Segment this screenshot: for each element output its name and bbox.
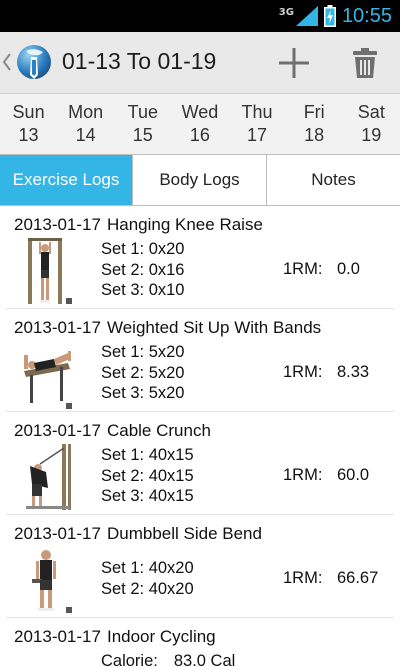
day-wed[interactable]: Wed 16 [171, 94, 228, 154]
one-rep-max-value: 0.0 [337, 260, 360, 278]
day-fri[interactable]: Fri 18 [286, 94, 343, 154]
entry-header: 2013-01-17 Hanging Knee Raise [14, 215, 263, 235]
entry-date: 2013-01-17 [14, 318, 101, 337]
network-type-label: 3G [278, 6, 294, 18]
day-name: Tue [127, 102, 158, 122]
week-range-title: 01-13 To 01-19 [62, 48, 217, 74]
exercise-name: Weighted Sit Up With Bands [106, 318, 322, 337]
app-logo-icon[interactable] [14, 42, 54, 82]
one-rep-max-value: 66.67 [337, 569, 379, 587]
set-line: Set 2: 40x15 [101, 466, 194, 485]
day-mon[interactable]: Mon 14 [57, 94, 114, 154]
entry-header: 2013-01-17 Dumbbell Side Bend [14, 524, 262, 544]
calorie-label: Calorie: [101, 652, 158, 667]
sets-list: Set 1: 0x20 Set 2: 0x16 Set 3: 0x10 [101, 239, 184, 301]
set-line: Set 2: 5x20 [101, 363, 185, 382]
sets-list: Set 1: 5x20 Set 2: 5x20 Set 3: 5x20 [101, 342, 184, 404]
day-tue[interactable]: Tue 15 [114, 94, 171, 154]
add-button[interactable] [272, 42, 316, 84]
day-thu[interactable]: Thu 17 [229, 94, 286, 154]
exercise-name: Cable Crunch [106, 421, 211, 440]
log-tabs: Exercise Logs Body Logs Notes [0, 154, 400, 206]
status-icons: 3G 10:55 [279, 3, 392, 29]
set-line: Set 3: 0x10 [101, 281, 185, 299]
battery-charging-icon [323, 5, 336, 27]
plus-icon [279, 48, 309, 78]
set-line: Set 1: 40x15 [101, 446, 194, 464]
chevron-left-icon[interactable] [2, 51, 12, 73]
day-number: 16 [189, 125, 210, 145]
exercise-name: Indoor Cycling [106, 627, 216, 646]
exercise-log-list: 2013-01-17 Hanging Knee Raise Set 1: 0x20… [0, 206, 400, 667]
cable-crunch-image [26, 444, 71, 510]
list-item[interactable]: 2013-01-17 Indoor Cycling Calorie: 83.0 Ca… [6, 618, 394, 667]
status-bar: 3G 10:55 [0, 0, 400, 32]
day-number: 13 [18, 125, 39, 145]
entry-header: 2013-01-17 Weighted Sit Up With Bands [14, 318, 321, 338]
day-number: 18 [304, 125, 325, 145]
day-sat[interactable]: Sat 19 [343, 94, 400, 154]
entry-header: 2013-01-17 Cable Crunch [14, 421, 211, 441]
one-rep-max: 1RM: 8.33 [283, 363, 369, 382]
one-rep-max-label: 1RM: [283, 569, 323, 587]
day-sun[interactable]: Sun 13 [0, 94, 57, 154]
entry-date: 2013-01-17 [14, 627, 101, 646]
day-name: Thu [241, 102, 273, 122]
tab-body-logs[interactable]: Body Logs [133, 155, 267, 205]
one-rep-max: 1RM: 66.67 [283, 569, 378, 588]
one-rep-max-value: 8.33 [337, 363, 370, 381]
set-line: Set 1: 0x20 [101, 240, 185, 258]
day-name: Wed [181, 102, 219, 122]
dumbbell-side-bend-image [32, 550, 72, 613]
set-line: Set 1: 5x20 [101, 343, 185, 361]
set-line: Set 3: 40x15 [101, 487, 194, 505]
calorie-value: 83.0 Cal [173, 652, 236, 667]
day-number: 17 [247, 125, 268, 145]
hanging-knee-raise-image [28, 238, 72, 304]
exercise-name: Dumbbell Side Bend [106, 524, 262, 543]
list-item[interactable]: 2013-01-17 Dumbbell Side Bend Set 1: 40x2… [6, 515, 394, 618]
exercise-name: Hanging Knee Raise [106, 215, 263, 234]
set-line: Set 1: 40x20 [101, 559, 194, 577]
one-rep-max: 1RM: 60.0 [283, 466, 369, 485]
list-item[interactable]: 2013-01-17 Cable Crunch Set 1: 40x15 Set … [6, 412, 394, 515]
set-line: Set 2: 0x16 [101, 260, 185, 279]
tab-notes[interactable]: Notes [267, 155, 400, 205]
tab-exercise-logs[interactable]: Exercise Logs [0, 155, 133, 205]
one-rep-max-label: 1RM: [283, 363, 323, 381]
day-name: Fri [303, 102, 325, 122]
calorie-readout: Calorie: 83.0 Cal [101, 652, 235, 667]
one-rep-max-value: 60.0 [337, 466, 370, 484]
set-line: Set 3: 5x20 [101, 384, 185, 402]
delete-button[interactable] [343, 42, 387, 84]
list-item[interactable]: 2013-01-17 Hanging Knee Raise Set 1: 0x20… [6, 206, 394, 309]
entry-date: 2013-01-17 [14, 421, 101, 440]
day-name: Mon [68, 102, 104, 122]
signal-strength-icon [295, 6, 318, 26]
day-number: 19 [361, 125, 382, 145]
clock-time: 10:55 [341, 4, 392, 27]
action-bar: 01-13 To 01-19 [0, 32, 400, 94]
weighted-sit-up-image [24, 351, 72, 409]
one-rep-max-label: 1RM: [283, 466, 323, 484]
sets-list: Set 1: 40x20 Set 2: 40x20 [101, 558, 194, 599]
sets-list: Set 1: 40x15 Set 2: 40x15 Set 3: 40x15 [101, 445, 194, 507]
list-item[interactable]: 2013-01-17 Weighted Sit Up With Bands Set… [6, 309, 394, 412]
day-name: Sun [12, 102, 45, 122]
day-number: 14 [75, 125, 96, 145]
trash-icon [353, 48, 377, 78]
day-name: Sat [357, 102, 385, 122]
one-rep-max: 1RM: 0.0 [283, 260, 360, 279]
set-line: Set 2: 40x20 [101, 579, 194, 598]
one-rep-max-label: 1RM: [283, 260, 323, 278]
entry-header: 2013-01-17 Indoor Cycling [14, 627, 216, 647]
entry-date: 2013-01-17 [14, 524, 101, 543]
day-number: 15 [132, 125, 153, 145]
entry-date: 2013-01-17 [14, 215, 101, 234]
week-day-strip: Sun 13 Mon 14 Tue 15 Wed 16 Thu 17 Fri 1… [0, 94, 400, 154]
